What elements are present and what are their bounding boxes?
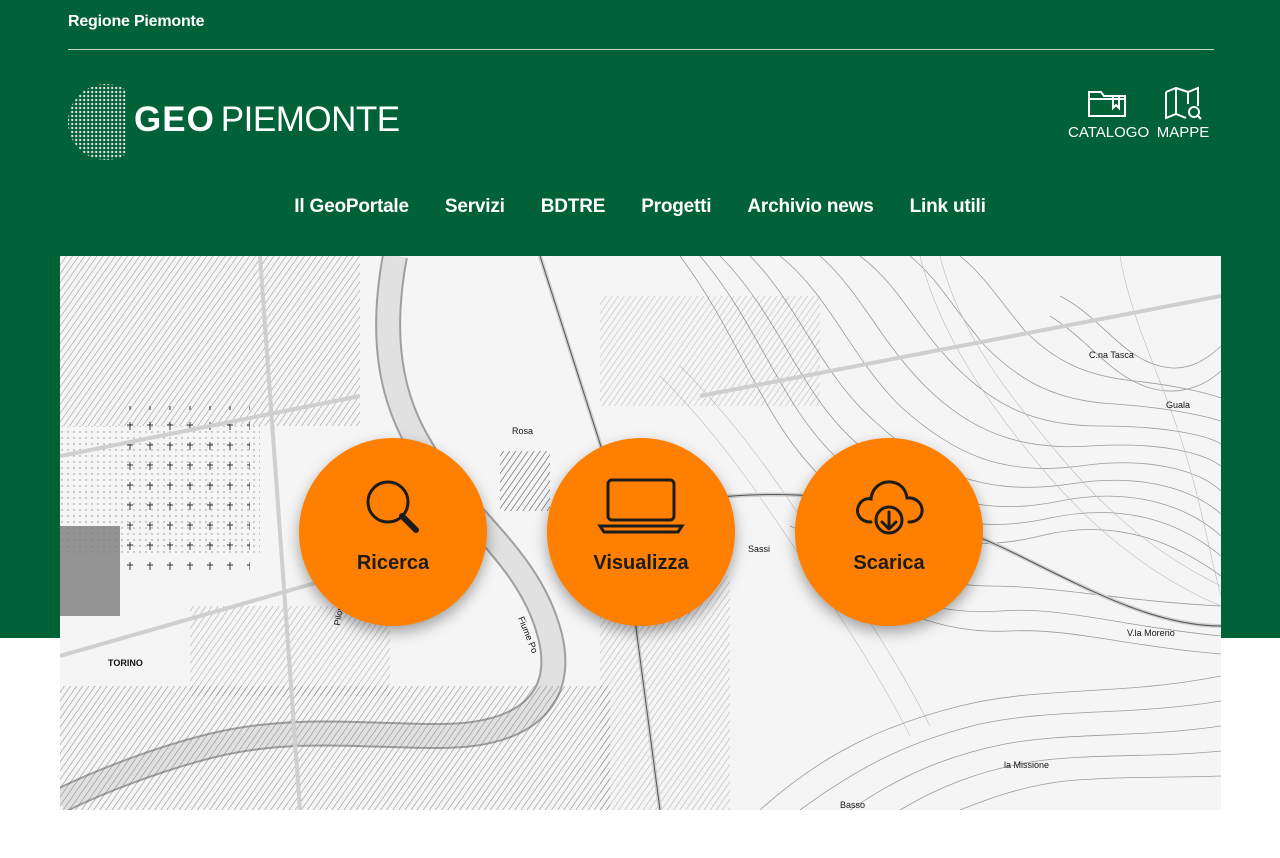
nav-item-archivio-news[interactable]: Archivio news bbox=[747, 196, 873, 218]
laptop-icon bbox=[597, 478, 685, 534]
map-label-cna-tasca: C.na Tasca bbox=[1089, 350, 1134, 360]
top-bar: Regione Piemonte bbox=[68, 0, 1214, 50]
globe-logo-icon bbox=[68, 84, 126, 160]
map-label-torino: TORINO bbox=[108, 658, 143, 668]
map-label-sassi: Sassi bbox=[748, 544, 770, 554]
nav-item-progetti[interactable]: Progetti bbox=[641, 196, 711, 218]
logo-wordmark: GEO PIEMONTE bbox=[134, 98, 400, 142]
nav-item-servizi[interactable]: Servizi bbox=[445, 196, 505, 218]
visualizza-button[interactable]: Visualizza bbox=[547, 438, 735, 626]
catalogo-label: CATALOGO bbox=[1068, 124, 1150, 141]
logo-piemonte: PIEMONTE bbox=[220, 100, 400, 139]
logo-geo: GEO bbox=[134, 100, 215, 139]
region-link[interactable]: Regione Piemonte bbox=[68, 13, 205, 31]
cloud-download-icon bbox=[856, 480, 924, 535]
catalogo-button[interactable]: CATALOGO bbox=[1068, 86, 1150, 141]
mappe-label: MAPPE bbox=[1156, 124, 1210, 141]
nav-item-bdtre[interactable]: BDTRE bbox=[541, 196, 606, 218]
search-icon bbox=[366, 480, 419, 533]
map-label-basso: Basso bbox=[840, 800, 865, 810]
nav-item-link-utili[interactable]: Link utili bbox=[910, 196, 986, 218]
main-nav: Il GeoPortale Servizi BDTRE Progetti Archivi… bbox=[0, 196, 1280, 218]
scarica-button[interactable]: Scarica bbox=[795, 438, 983, 626]
map-label-guala: Guala bbox=[1166, 400, 1190, 410]
folder-icon bbox=[1088, 91, 1126, 117]
map-label-villa-moreno: V.la Moreno bbox=[1127, 628, 1175, 638]
map-search-icon bbox=[1165, 86, 1202, 120]
map-label-rosa: Rosa bbox=[512, 426, 533, 436]
visualizza-label: Visualizza bbox=[593, 552, 689, 574]
nav-item-geoportale[interactable]: Il GeoPortale bbox=[294, 196, 409, 218]
map-label-la-missione: la Missione bbox=[1004, 760, 1049, 770]
ricerca-label: Ricerca bbox=[356, 552, 430, 574]
scarica-label: Scarica bbox=[853, 552, 925, 574]
ricerca-button[interactable]: Ricerca bbox=[299, 438, 487, 626]
geopiemonte-logo[interactable]: GEO PIEMONTE bbox=[66, 82, 406, 162]
mappe-button[interactable]: MAPPE bbox=[1154, 86, 1212, 141]
